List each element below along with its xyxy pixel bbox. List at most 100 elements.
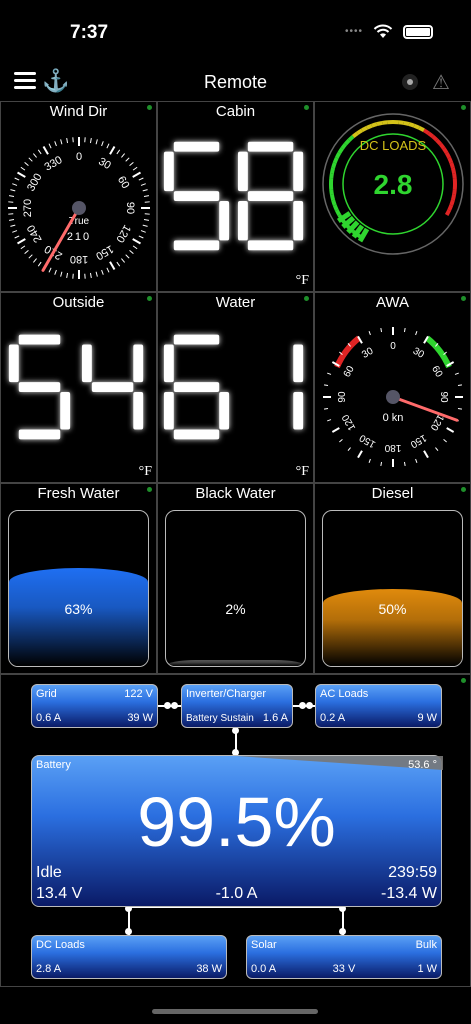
grid-title: Grid [36, 688, 57, 700]
tile-label: Fresh Water [37, 485, 120, 502]
inverter-title: Inverter/Charger [186, 688, 267, 700]
outside-tile[interactable]: Outside °F [0, 292, 157, 483]
gauge-arc-segment [435, 138, 443, 146]
gauge-arc-segment [343, 138, 351, 146]
inverter-charger-box[interactable]: Inverter/Charger Battery Sustain 1.6 A [181, 684, 293, 728]
status-icons: •••• [345, 24, 433, 39]
dc-loads-current: 2.8 A [36, 963, 62, 975]
gauge-arc-segment [450, 167, 457, 174]
tank-percent: 2% [225, 601, 246, 617]
ac-loads-current: 0.2 A [320, 712, 346, 724]
compass-label: 300 [25, 172, 45, 194]
solar-power: 1 W [417, 963, 437, 975]
digit-segment [173, 429, 220, 440]
dc-loads-gauge-tile[interactable]: DC LOADS 2.8 [314, 101, 471, 292]
awa-tile[interactable]: AWA 0 30 60 90 120 150 180 150 120 90 60 30 0 kn [314, 292, 471, 483]
grid-box[interactable]: Grid 122 V 0.6 A 39 W [31, 684, 158, 728]
awa-scale-label: 90 [337, 391, 348, 403]
unit-label: °F [295, 273, 309, 288]
gauge-arc-segment [408, 122, 415, 128]
digit-segment [173, 240, 220, 251]
dc-loads-title: DC Loads [36, 939, 85, 951]
gauge-arc-segment [334, 209, 342, 216]
grid-current: 0.6 A [36, 712, 62, 724]
digit-segment [163, 151, 174, 192]
tank-tile-diesel[interactable]: Diesel 50% [314, 483, 471, 674]
battery-state: Idle [36, 864, 62, 881]
awa-speed-text: 0 kn [383, 412, 404, 424]
gauge-arc-segment [398, 120, 405, 125]
page-title: Remote [203, 72, 268, 92]
tank-container: 2% [165, 510, 306, 667]
digit-segment [293, 151, 304, 192]
awa-scale-label: 60 [342, 364, 357, 380]
compass-label: 180 [70, 253, 88, 265]
digit-segment [18, 334, 61, 345]
tank-tile-black-water[interactable]: Black Water 2% [157, 483, 314, 674]
ac-loads-box[interactable]: AC Loads 0.2 A 9 W [315, 684, 442, 728]
digit-segment [18, 429, 61, 440]
cellular-signal-icon: •••• [344, 26, 363, 37]
wind-compass: 0306090120150180210240270300330 True 210 [8, 137, 150, 279]
gauge-arc-segment [413, 123, 421, 130]
gauge-arc-segment [371, 122, 378, 128]
gauge-arc-segment [452, 172, 457, 179]
record-icon[interactable] [402, 74, 418, 90]
gauge-arc-segment [351, 131, 359, 139]
tank-level-fill [166, 659, 305, 666]
gauge-arc-segment [347, 134, 355, 142]
wifi-icon [373, 24, 393, 38]
dc-loads-power: 38 W [196, 963, 222, 975]
water-tile[interactable]: Water °F [157, 292, 314, 483]
battery-status-icon [403, 24, 433, 39]
digit-segment [293, 200, 304, 241]
inverter-current: 1.6 A [262, 712, 288, 724]
solar-title: Solar [251, 939, 277, 951]
wind-value-text: 210 [67, 231, 91, 243]
digit-segment [293, 344, 304, 383]
tile-label: Diesel [371, 485, 414, 502]
battery-box[interactable]: Battery 53.6 ° 99.5% Idle 239:59 13.4 V … [31, 755, 443, 907]
status-dot [461, 678, 466, 683]
digit-segment [219, 391, 230, 430]
digit-segment [247, 191, 294, 201]
power-flow-panel: Grid 122 V 0.6 A 39 W Inverter/Charger B… [0, 674, 471, 987]
awa-scale-label: 150 [357, 432, 377, 450]
digit-segment [219, 200, 230, 241]
awa-scale-label: 150 [408, 432, 428, 450]
warning-icon[interactable]: ⚠ [432, 70, 450, 95]
dc-loads-gauge: DC LOADS 2.8 [322, 113, 464, 255]
solar-box[interactable]: Solar Bulk 0.0 A 33 V 1 W [246, 935, 442, 979]
gauge-arc-segment [442, 147, 449, 155]
gauge-arc-segment [356, 128, 364, 135]
gauge-arc-segment [449, 199, 455, 206]
compass-label: 150 [94, 242, 116, 262]
gauge-arc-segment [403, 120, 410, 127]
gauge-arc-segment [431, 134, 439, 142]
unit-label: °F [295, 464, 309, 479]
gauge-arc-segment [329, 167, 336, 174]
digit-segment [133, 344, 144, 383]
battery-soc: 99.5% [137, 783, 336, 861]
digit-segment [173, 382, 220, 392]
gauge-arc-segment [329, 189, 334, 196]
awa-scale-label: 30 [411, 346, 427, 361]
battery-power: -13.4 W [380, 885, 437, 902]
home-indicator[interactable] [152, 1009, 318, 1014]
status-bar: 7:37 •••• [0, 0, 471, 64]
digit-segment [91, 382, 134, 392]
gauge-arc-segment [444, 209, 452, 216]
compass-label: 120 [113, 223, 133, 245]
tank-tile-fresh-water[interactable]: Fresh Water 63% [0, 483, 157, 674]
dc-loads-box[interactable]: DC Loads 2.8 A 38 W [31, 935, 227, 979]
gauge-arc-segment [422, 128, 430, 135]
digit-segment [133, 391, 144, 430]
gauge-arc-segment [376, 120, 383, 127]
gauge-arc-segment [447, 156, 454, 164]
digit-segment [8, 344, 19, 383]
tank-container: 63% [8, 510, 149, 667]
cabin-tile[interactable]: Cabin °F [157, 101, 314, 292]
battery-time-remaining: 239:59 [388, 864, 437, 881]
wind-dir-tile[interactable]: Wind Dir 0306090120150180210240270300330… [0, 101, 157, 292]
dc-gauge-value: 2.8 [374, 169, 413, 200]
